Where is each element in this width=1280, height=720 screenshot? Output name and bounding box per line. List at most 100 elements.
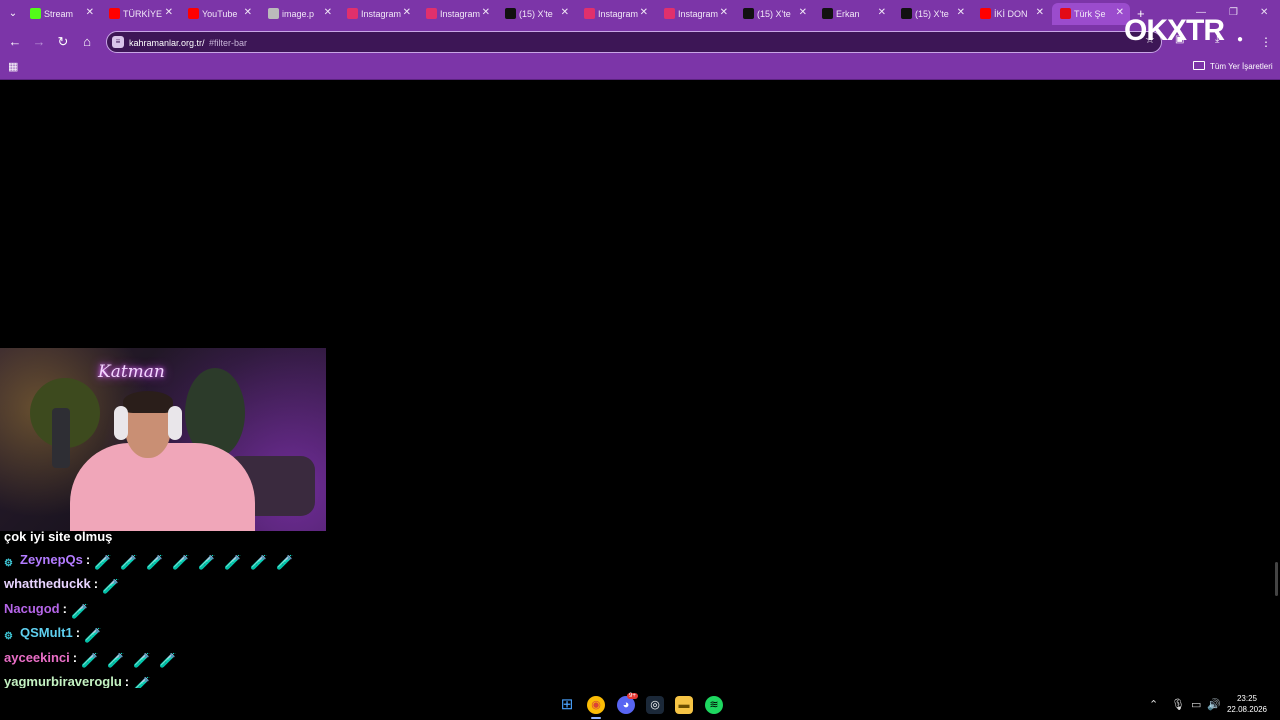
tab-title: Türk Şe	[1074, 9, 1106, 19]
apps-grid-icon[interactable]: ▦	[8, 61, 20, 73]
restore-icon[interactable]: ❐	[1229, 7, 1238, 18]
home-button[interactable]: ⌂	[79, 34, 95, 50]
url-host: kahramanlar.org.tr/	[129, 38, 205, 48]
tab-close-icon[interactable]: ✕	[165, 7, 173, 19]
tab-strip: ⌄ Stream ✕ TÜRKİYE ✕ YouTube ✕ image.p ✕ Instagr…	[0, 0, 1280, 28]
tab-close-icon[interactable]: ✕	[324, 7, 332, 19]
streamer-hair	[123, 391, 173, 413]
tab-close-icon[interactable]: ✕	[86, 7, 94, 19]
steam-icon[interactable]: ◎	[646, 696, 664, 714]
browser-tab[interactable]: YouTube ✕	[180, 3, 258, 25]
tab-close-icon[interactable]: ✕	[244, 7, 252, 19]
browser-tab[interactable]: (15) X'te ✕	[497, 3, 575, 25]
tab-close-icon[interactable]: ✕	[1036, 7, 1044, 19]
browser-tab[interactable]: Instagram ✕	[418, 3, 496, 25]
browser-tab[interactable]: Instagram ✕	[656, 3, 734, 25]
windows-start-icon[interactable]: ⊞	[558, 696, 576, 714]
tab-close-icon[interactable]: ✕	[482, 7, 490, 19]
all-bookmarks-button[interactable]: Tüm Yer İşaretleri	[1193, 61, 1273, 73]
tab-favicon-icon	[664, 8, 675, 19]
tab-title: (15) X'te	[757, 9, 791, 19]
tab-title: TÜRKİYE	[123, 9, 163, 19]
clock-time: 23:25	[1236, 694, 1258, 703]
tab-title: Stream	[44, 9, 74, 19]
tab-favicon-icon	[426, 8, 437, 19]
chat-emote-icon: 🧪	[198, 554, 216, 570]
tab-title: (15) X'te	[519, 9, 553, 19]
spotify-icon[interactable]: ≋	[705, 696, 723, 714]
tab-close-icon[interactable]: ✕	[1116, 7, 1124, 19]
tab-search-chevron-icon[interactable]: ⌄	[6, 7, 20, 21]
chat-message: çok iyi site olmuş	[4, 527, 112, 547]
reload-button[interactable]: ↻	[55, 34, 71, 50]
close-window-icon[interactable]: ✕	[1260, 7, 1268, 18]
tab-title: İKİ DON	[994, 9, 1028, 19]
browser-tab[interactable]: Stream ✕	[22, 3, 100, 25]
chat-emote-icon: 🧪	[146, 554, 164, 570]
tab-favicon-icon	[584, 8, 595, 19]
browser-tab[interactable]: image.p ✕	[260, 3, 338, 25]
file-explorer-icon[interactable]: ▬	[675, 696, 693, 714]
chat-separator: :	[124, 674, 130, 689]
folder-icon	[1193, 61, 1205, 70]
system-clock[interactable]: 23:25 22.08.2026	[1222, 693, 1272, 715]
chat-emote-icon: 🧪	[107, 652, 125, 668]
browser-tab[interactable]: İKİ DON ✕	[972, 3, 1050, 25]
forward-button[interactable]: →	[31, 34, 47, 50]
menu-kebab-icon[interactable]: ⋮	[1260, 35, 1272, 49]
chat-username: Nacugod	[4, 601, 60, 616]
volume-icon[interactable]: 🔊	[1207, 698, 1221, 712]
tab-favicon-icon	[980, 8, 991, 19]
active-app-indicator	[591, 717, 601, 719]
chat-separator: :	[93, 576, 99, 591]
stream-logo: OKXTR	[1124, 14, 1225, 47]
browser-tab[interactable]: TÜRKİYE ✕	[101, 3, 179, 25]
tab-title: Instagram	[440, 9, 480, 19]
tab-favicon-icon	[30, 8, 41, 19]
webcam-overlay: Katman	[0, 348, 326, 531]
tab-favicon-icon	[268, 8, 279, 19]
back-button[interactable]: ←	[7, 34, 23, 50]
browser-tab[interactable]: Erkan ✕	[814, 3, 892, 25]
url-path: #filter-bar	[209, 38, 248, 48]
chat-emote-icon: 🧪	[224, 554, 242, 570]
tab-close-icon[interactable]: ✕	[561, 7, 569, 19]
tab-favicon-icon	[347, 8, 358, 19]
tab-close-icon[interactable]: ✕	[878, 7, 886, 19]
address-bar[interactable]: ≡ kahramanlar.org.tr/ #filter-bar	[106, 31, 1162, 53]
chat-username: yagmurbiraveroglu	[4, 674, 122, 689]
tab-close-icon[interactable]: ✕	[957, 7, 965, 19]
profile-avatar[interactable]: ●	[1237, 34, 1243, 45]
browser-tab[interactable]: Instagram ✕	[339, 3, 417, 25]
chat-emote-icon: 🧪	[102, 578, 120, 594]
tab-favicon-icon	[901, 8, 912, 19]
microphone-tray-icon[interactable]: 🎙	[1171, 698, 1185, 712]
network-icon[interactable]: ▭	[1191, 698, 1201, 712]
tab-title: Instagram	[598, 9, 638, 19]
chat-emote-icon: 🧪	[172, 554, 190, 570]
browser-tab[interactable]: Instagram ✕	[576, 3, 654, 25]
chat-message-text: çok iyi site olmuş	[4, 529, 113, 544]
tray-chevron-icon[interactable]: ⌃	[1149, 698, 1158, 712]
tab-close-icon[interactable]: ✕	[720, 7, 728, 19]
tab-close-icon[interactable]: ✕	[640, 7, 648, 19]
chrome-icon[interactable]: ◉	[587, 696, 605, 714]
tab-close-icon[interactable]: ✕	[799, 7, 807, 19]
chat-message: Nacugod: 🧪	[4, 599, 97, 619]
headphone-left	[114, 406, 128, 440]
browser-tab[interactable]: (15) X'te ✕	[893, 3, 971, 25]
scrollbar[interactable]	[1275, 562, 1278, 596]
tab-title: YouTube	[202, 9, 238, 19]
site-info-icon[interactable]: ≡	[112, 36, 124, 48]
tab-title: Erkan	[836, 9, 860, 19]
headphone-right	[168, 406, 182, 440]
browser-tab[interactable]: Türk Şe ✕	[1052, 3, 1130, 25]
discord-badge: 9+	[627, 693, 638, 699]
windows-taskbar: ⊞ ◉ ◕ 9+ ◎ ▬ ≋ ⌃ 🎙 ▭ 🔊 23:25 22.08.2026	[0, 688, 1280, 720]
chat-separator: :	[75, 625, 81, 640]
tab-title: Instagram	[361, 9, 401, 19]
chat-username: ZeynepQs	[20, 552, 83, 567]
tab-favicon-icon	[822, 8, 833, 19]
browser-tab[interactable]: (15) X'te ✕	[735, 3, 813, 25]
tab-close-icon[interactable]: ✕	[403, 7, 411, 19]
